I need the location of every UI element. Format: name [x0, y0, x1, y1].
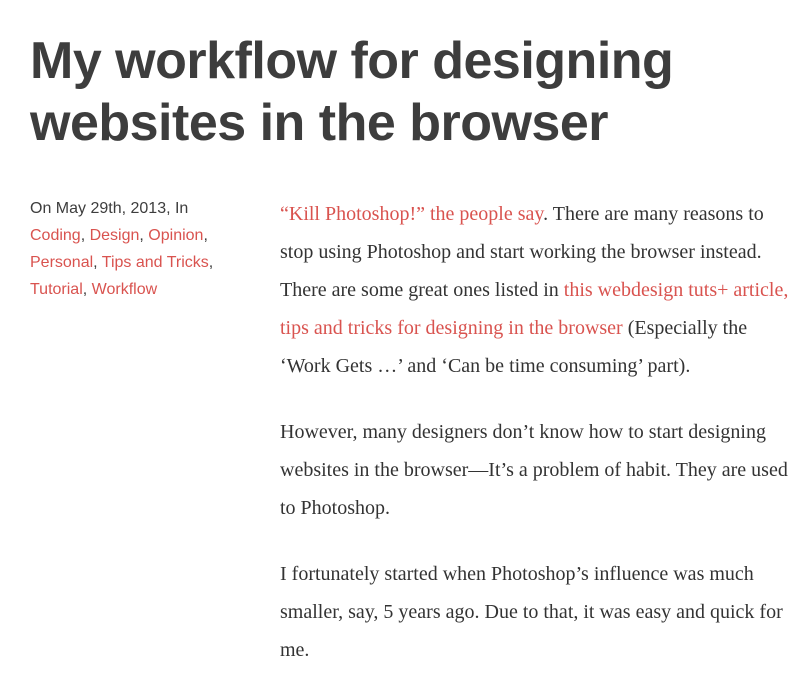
paragraph: However, many designers don’t know how t… — [280, 413, 800, 527]
paragraph: “Kill Photoshop!” the people say. There … — [280, 195, 800, 385]
category-link-tutorial[interactable]: Tutorial — [30, 281, 83, 298]
category-link-tips[interactable]: Tips and Tricks — [102, 254, 209, 271]
separator: , — [139, 227, 148, 244]
page-title: My workflow for designing websites in th… — [30, 30, 800, 155]
separator: , — [209, 254, 213, 271]
category-link-workflow[interactable]: Workflow — [92, 281, 158, 298]
separator: , — [203, 227, 207, 244]
meta-prefix: On — [30, 200, 56, 217]
content-wrap: On May 29th, 2013, In Coding, Design, Op… — [30, 195, 800, 697]
category-link-opinion[interactable]: Opinion — [148, 227, 203, 244]
post-date: May 29th, 2013 — [56, 200, 166, 217]
post-meta: On May 29th, 2013, In Coding, Design, Op… — [30, 195, 240, 697]
inline-link-kill-photoshop[interactable]: “Kill Photoshop!” the people say — [280, 203, 543, 225]
post-body: “Kill Photoshop!” the people say. There … — [280, 195, 800, 697]
separator: , — [83, 281, 92, 298]
category-link-coding[interactable]: Coding — [30, 227, 81, 244]
category-link-design[interactable]: Design — [90, 227, 140, 244]
category-link-personal[interactable]: Personal — [30, 254, 93, 271]
separator: , — [81, 227, 90, 244]
paragraph: I fortunately started when Photoshop’s i… — [280, 555, 800, 669]
meta-in: , In — [166, 200, 188, 217]
separator: , — [93, 254, 102, 271]
